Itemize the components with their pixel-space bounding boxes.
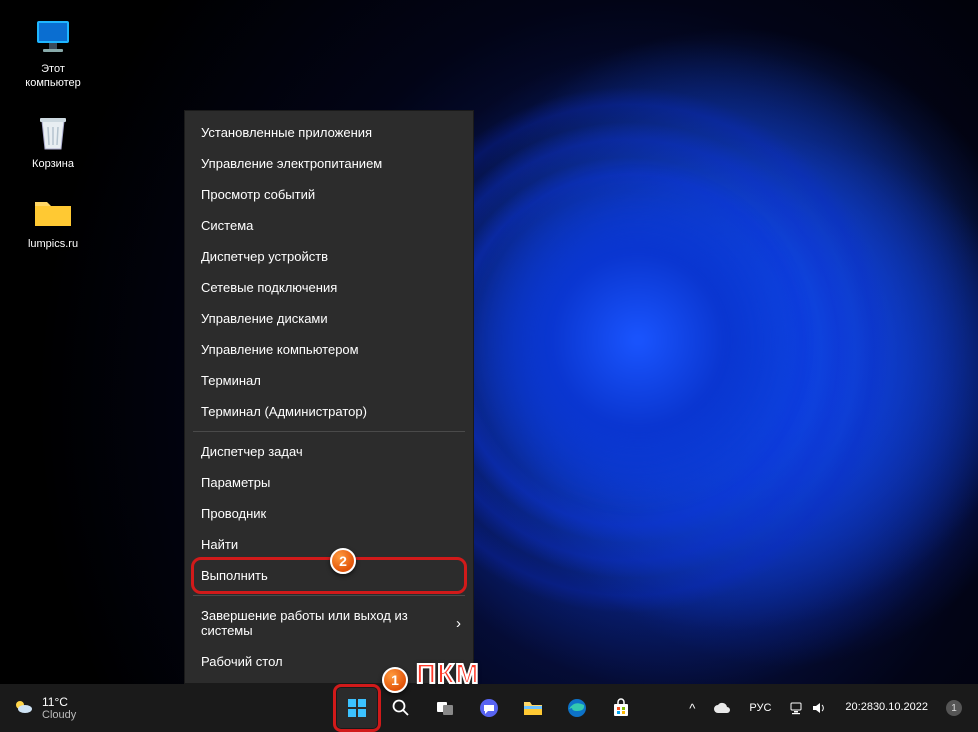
- annotation-badge-1: 1: [382, 667, 408, 693]
- taskbar-explorer-button[interactable]: [513, 688, 553, 728]
- menu-computer-management[interactable]: Управление компьютером: [185, 334, 473, 365]
- menu-terminal[interactable]: Терминал: [185, 365, 473, 396]
- menu-item-label: Рабочий стол: [201, 654, 283, 669]
- menu-item-label: Терминал: [201, 373, 261, 388]
- menu-item-label: Управление компьютером: [201, 342, 359, 357]
- windows-logo-icon: [346, 697, 368, 719]
- menu-installed-apps[interactable]: Установленные приложения: [185, 117, 473, 148]
- taskbar: 11°C Cloudy ^ РУС: [0, 684, 978, 732]
- tray-onedrive[interactable]: [707, 697, 737, 719]
- taskbar-center: [337, 688, 641, 728]
- menu-system[interactable]: Система: [185, 210, 473, 241]
- menu-terminal-admin[interactable]: Терминал (Администратор): [185, 396, 473, 427]
- volume-icon: [811, 701, 827, 715]
- menu-item-label: Проводник: [201, 506, 266, 521]
- menu-item-label: Найти: [201, 537, 238, 552]
- taskbar-search-button[interactable]: [381, 688, 421, 728]
- tray-language[interactable]: РУС: [743, 698, 777, 718]
- desktop-icon-label: Корзина: [32, 158, 74, 172]
- menu-event-viewer[interactable]: Просмотр событий: [185, 179, 473, 210]
- store-icon: [611, 698, 631, 718]
- clock-time: 20:28: [845, 701, 873, 714]
- weather-condition: Cloudy: [42, 709, 76, 721]
- menu-item-label: Управление дисками: [201, 311, 328, 326]
- menu-network-connections[interactable]: Сетевые подключения: [185, 272, 473, 303]
- annotation-badge-2: 2: [330, 548, 356, 574]
- menu-device-manager[interactable]: Диспетчер устройств: [185, 241, 473, 272]
- tray-notifications[interactable]: 1: [940, 696, 968, 720]
- menu-item-label: Просмотр событий: [201, 187, 315, 202]
- menu-disk-management[interactable]: Управление дисками: [185, 303, 473, 334]
- menu-item-label: Завершение работы или выход из системы: [201, 608, 457, 638]
- cloud-icon: [713, 701, 731, 715]
- menu-run[interactable]: Выполнить: [185, 560, 473, 591]
- notification-count-badge: 1: [946, 700, 962, 716]
- desktop-icon-recycle-bin[interactable]: Корзина: [14, 109, 92, 172]
- desktop-icon-label: Этот компьютер: [25, 63, 80, 91]
- chat-icon: [478, 697, 500, 719]
- weather-temp: 11°C: [42, 695, 76, 709]
- menu-settings[interactable]: Параметры: [185, 467, 473, 498]
- tray-overflow-button[interactable]: ^: [683, 697, 701, 720]
- desktop-wallpaper: [0, 0, 978, 732]
- menu-search[interactable]: Найти: [185, 529, 473, 560]
- desktop-icon-folder[interactable]: lumpics.ru: [14, 189, 92, 252]
- menu-power-options[interactable]: Управление электропитанием: [185, 148, 473, 179]
- task-view-icon: [435, 698, 455, 718]
- start-button[interactable]: [337, 688, 377, 728]
- taskbar-weather-widget[interactable]: 11°C Cloudy: [0, 695, 88, 721]
- taskbar-task-view-button[interactable]: [425, 688, 465, 728]
- menu-item-label: Сетевые подключения: [201, 280, 337, 295]
- chevron-up-icon: ^: [689, 701, 695, 716]
- menu-item-label: Установленные приложения: [201, 125, 372, 140]
- folder-icon: [30, 189, 76, 235]
- menu-item-label: Выполнить: [201, 568, 268, 583]
- menu-item-label: Диспетчер задач: [201, 444, 303, 459]
- weather-icon: [12, 696, 34, 721]
- menu-task-manager[interactable]: Диспетчер задач: [185, 436, 473, 467]
- desktop-icon-this-pc[interactable]: Этот компьютер: [14, 14, 92, 91]
- desktop-icon-label: lumpics.ru: [28, 238, 78, 252]
- menu-separator: [193, 595, 465, 596]
- menu-explorer[interactable]: Проводник: [185, 498, 473, 529]
- taskbar-chat-button[interactable]: [469, 688, 509, 728]
- edge-icon: [566, 697, 588, 719]
- menu-shutdown-signout[interactable]: Завершение работы или выход из системы: [185, 600, 473, 646]
- recycle-bin-icon: [30, 109, 76, 155]
- system-tray: ^ РУС 20:28 30.10.2022 1: [683, 696, 978, 720]
- desktop-icons-area: Этот компьютер Корзина lumpics.ru: [14, 14, 92, 252]
- folder-icon: [522, 698, 544, 718]
- menu-item-label: Диспетчер устройств: [201, 249, 328, 264]
- taskbar-clock[interactable]: 20:28 30.10.2022: [839, 701, 934, 714]
- search-icon: [391, 698, 411, 718]
- menu-separator: [193, 431, 465, 432]
- menu-item-label: Параметры: [201, 475, 270, 490]
- taskbar-store-button[interactable]: [601, 688, 641, 728]
- monitor-icon: [30, 14, 76, 60]
- menu-item-label: Терминал (Администратор): [201, 404, 367, 419]
- language-label: РУС: [749, 702, 771, 714]
- tray-network-volume[interactable]: [783, 697, 833, 719]
- network-icon: [789, 701, 805, 715]
- clock-date: 30.10.2022: [873, 701, 928, 714]
- taskbar-edge-button[interactable]: [557, 688, 597, 728]
- start-context-menu: Установленные приложения Управление элек…: [184, 110, 474, 684]
- annotation-text-rmb: ПКМ: [416, 658, 480, 690]
- menu-item-label: Система: [201, 218, 253, 233]
- menu-item-label: Управление электропитанием: [201, 156, 382, 171]
